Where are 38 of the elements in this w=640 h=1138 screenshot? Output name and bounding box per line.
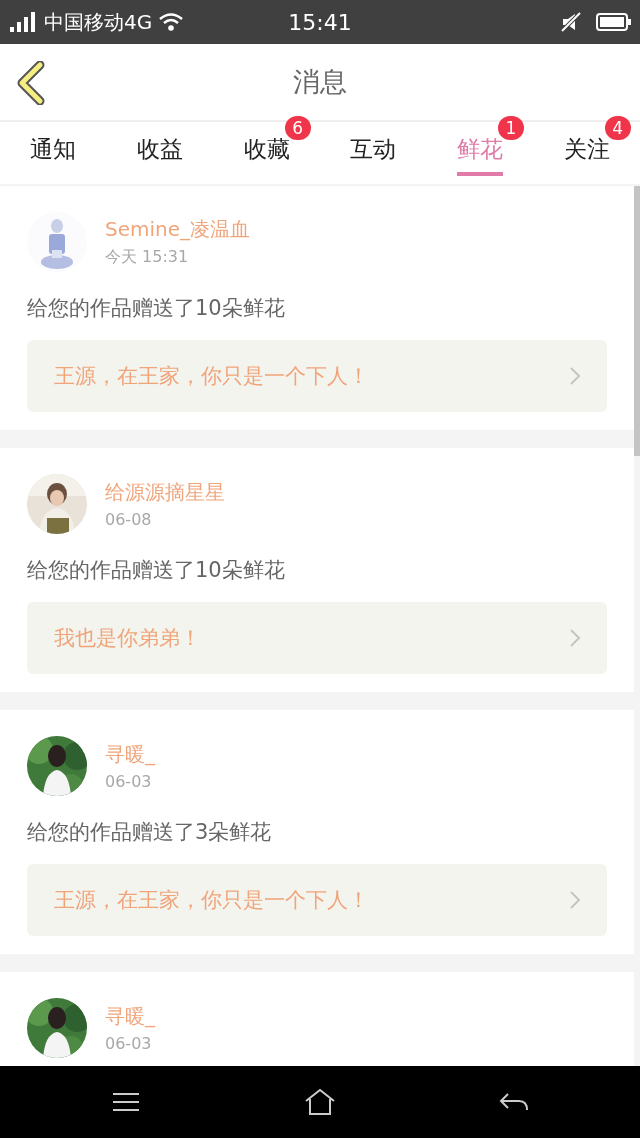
tab[interactable]: 互动 xyxy=(350,122,397,176)
message-text: 给您的作品赠送了10朵鲜花 xyxy=(27,295,286,322)
back-button[interactable] xyxy=(16,61,46,105)
sender-name: 给源源摘星星 xyxy=(105,479,225,506)
carrier-name: 中国移动4G xyxy=(44,8,153,36)
work-title: 王源，在王家，你只是一个下人！ xyxy=(54,887,369,914)
page-title: 消息 xyxy=(293,65,347,99)
count-badge: 6 xyxy=(284,116,311,140)
sender-name: Semine_凌温血 xyxy=(105,216,251,243)
sender-name: 寻暖_ xyxy=(105,1003,155,1030)
message-card[interactable]: 给源源摘星星 06-08 给您的作品赠送了10朵鲜花 我也是你弟弟！ xyxy=(0,448,634,692)
back-arrow-icon xyxy=(498,1091,529,1113)
message-text: 给您的作品赠送了3朵鲜花 xyxy=(27,819,273,846)
count-badge: 4 xyxy=(604,116,631,140)
message-time: 06-08 xyxy=(105,510,153,529)
back-icon xyxy=(16,61,46,105)
home-icon xyxy=(304,1088,336,1116)
tab[interactable]: 通知 xyxy=(30,122,77,176)
message-card[interactable]: Semine_凌温血 今天 15:31 给您的作品赠送了10朵鲜花 王源，在王家，你只是一个下人！ xyxy=(0,186,634,430)
chevron-right-icon xyxy=(569,366,581,386)
message-time: 06-03 xyxy=(105,1034,153,1053)
message-text: 给您的作品赠送了10朵鲜花 xyxy=(27,557,286,584)
sender-name: 寻暖_ xyxy=(105,741,155,768)
message-time: 06-03 xyxy=(105,772,153,791)
count-badge: 1 xyxy=(498,116,524,140)
menu-icon xyxy=(111,1091,142,1113)
wifi-icon xyxy=(158,12,185,32)
chevron-right-icon xyxy=(569,890,581,910)
clock-time: 15:41 xyxy=(288,9,352,35)
chevron-right-icon xyxy=(569,628,581,648)
battery-icon xyxy=(596,12,632,32)
message-time: 今天 15:31 xyxy=(105,247,190,268)
message-card[interactable]: 寻暖_ 06-03 给您的作品赠送了3朵鲜花 王源，在王家，你只是一个下人！ xyxy=(0,710,634,954)
mute-icon xyxy=(560,12,582,32)
tab[interactable]: 收益 xyxy=(137,122,183,176)
work-title: 我也是你弟弟！ xyxy=(54,625,201,652)
work-title: 王源，在王家，你只是一个下人！ xyxy=(54,363,369,390)
signal-icon xyxy=(10,12,38,32)
